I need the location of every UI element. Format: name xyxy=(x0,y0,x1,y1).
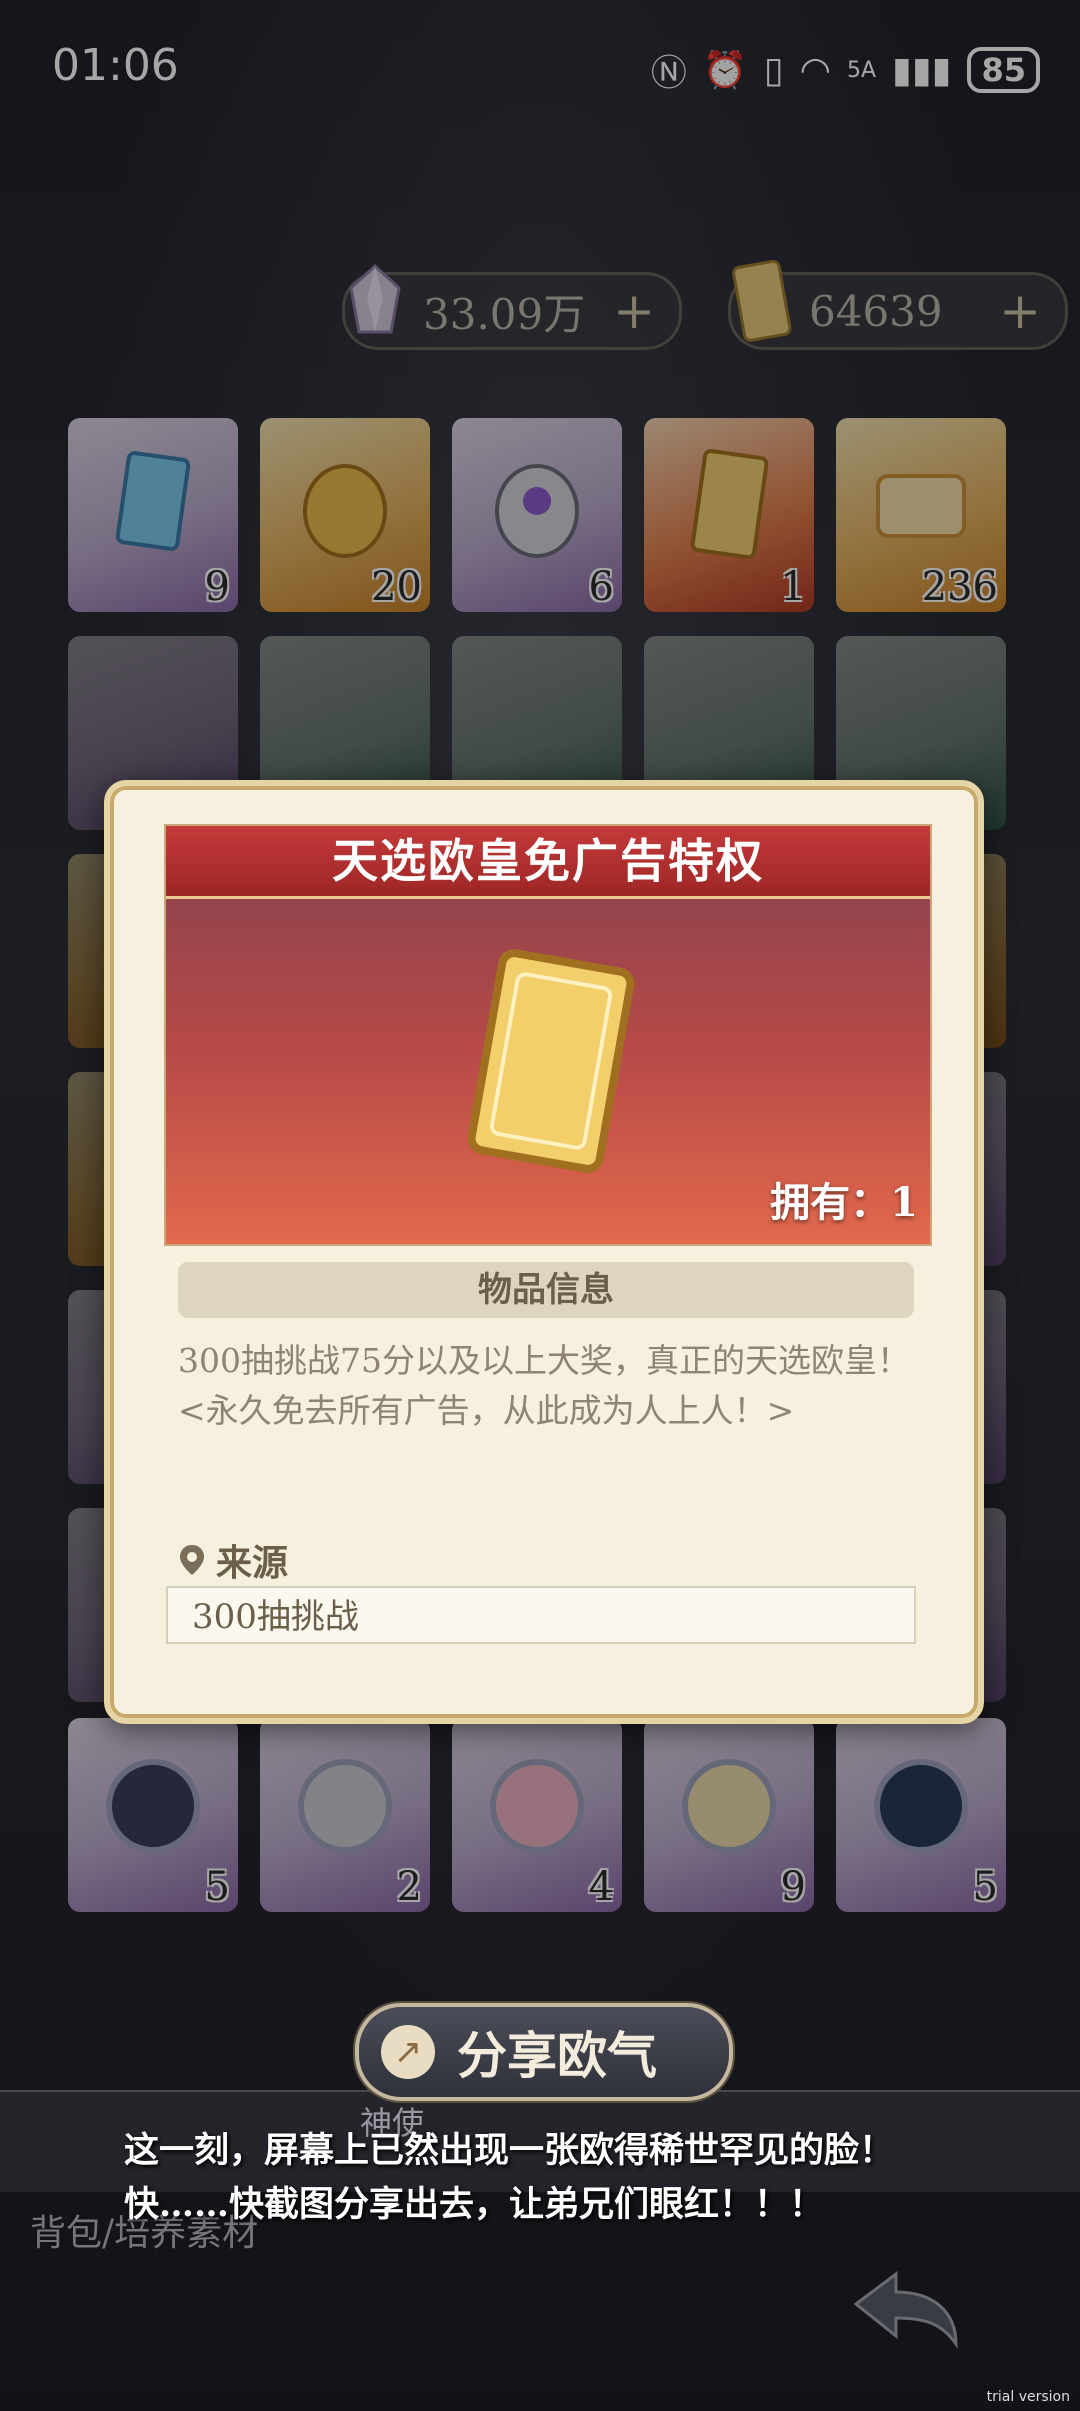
item-info-header: 物品信息 xyxy=(178,1262,914,1318)
source-label-text: 来源 xyxy=(216,1542,289,1584)
share-arrow-icon: ↗ xyxy=(381,2025,435,2079)
item-detail-modal: 天选欧皇免广告特权 拥有：1 物品信息 300抽挑战75分以及以上大奖，真正的天… xyxy=(104,780,984,1724)
location-pin-icon xyxy=(180,1545,204,1575)
item-banner: 天选欧皇免广告特权 拥有：1 xyxy=(164,824,932,1246)
source-value[interactable]: 300抽挑战 xyxy=(166,1586,916,1644)
share-button-label: 分享欧气 xyxy=(457,2026,657,2085)
source-label: 来源 xyxy=(178,1534,288,1586)
caption-line: 这一刻，屏幕上已然出现一张欧得稀世罕见的脸！ xyxy=(124,2130,895,2171)
share-button[interactable]: ↗ 分享欧气 xyxy=(355,2003,733,2101)
item-description: 300抽挑战75分以及以上大奖，真正的天选欧皇！ <永久免去所有广告，从此成为人… xyxy=(178,1336,914,1436)
back-arrow-icon[interactable] xyxy=(846,2264,966,2354)
share-caption: 这一刻，屏幕上已然出现一张欧得稀世罕见的脸！ 快……快截图分享出去，让弟兄们眼红… xyxy=(124,2124,894,2232)
item-title: 天选欧皇免广告特权 xyxy=(166,826,930,899)
description-line: 300抽挑战75分以及以上大奖，真正的天选欧皇！ xyxy=(178,1341,910,1380)
owned-count: 拥有：1 xyxy=(770,1179,918,1226)
caption-line: 快……快截图分享出去，让弟兄们眼红！！！ xyxy=(124,2184,825,2225)
description-line: <永久免去所有广告，从此成为人上人！> xyxy=(178,1391,795,1430)
watermark: trial version xyxy=(986,2389,1070,2405)
ad-free-ticket-icon xyxy=(467,949,635,1173)
